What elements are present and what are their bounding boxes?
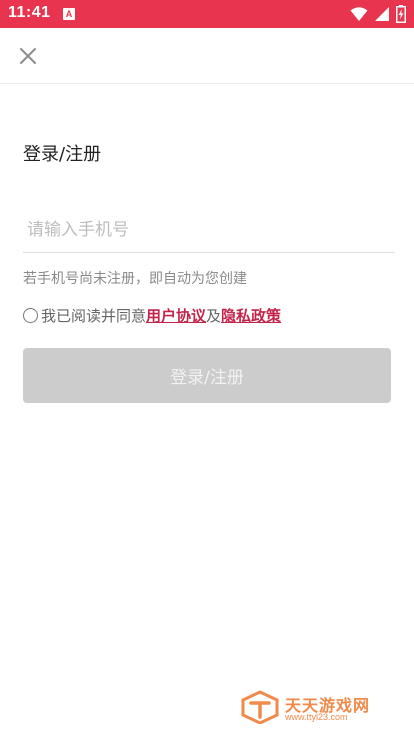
top-bar (0, 28, 414, 84)
signal-icon (375, 7, 389, 21)
phone-input[interactable] (23, 208, 395, 253)
agreement-prefix: 我已阅读并同意 (41, 306, 147, 325)
watermark-logo-icon (241, 690, 279, 724)
agreement-conjunction: 及 (206, 306, 222, 325)
battery-charging-icon (396, 5, 406, 23)
status-bar: 11:41 A (0, 0, 414, 28)
auto-register-hint: 若手机号尚未注册，即自动为您创建 (23, 271, 247, 287)
privacy-policy-link[interactable]: 隐私政策 (221, 305, 281, 326)
status-time: 11:41 (8, 4, 51, 21)
agreement-radio[interactable] (23, 307, 38, 323)
status-icons (350, 5, 406, 23)
watermark: 天天游戏网 www.ttyl23.com (240, 690, 390, 730)
notification-a-icon: A (63, 8, 75, 20)
login-register-button[interactable]: 登录/注册 (23, 348, 391, 403)
close-button[interactable] (14, 42, 42, 70)
watermark-url: www.ttyl23.com (285, 712, 348, 722)
close-icon (20, 48, 36, 64)
user-agreement-link[interactable]: 用户协议 (146, 305, 206, 326)
page-title: 登录/注册 (23, 144, 102, 165)
agreement-row: 我已阅读并同意 用户协议 及 隐私政策 (23, 304, 281, 326)
wifi-icon (350, 7, 368, 21)
